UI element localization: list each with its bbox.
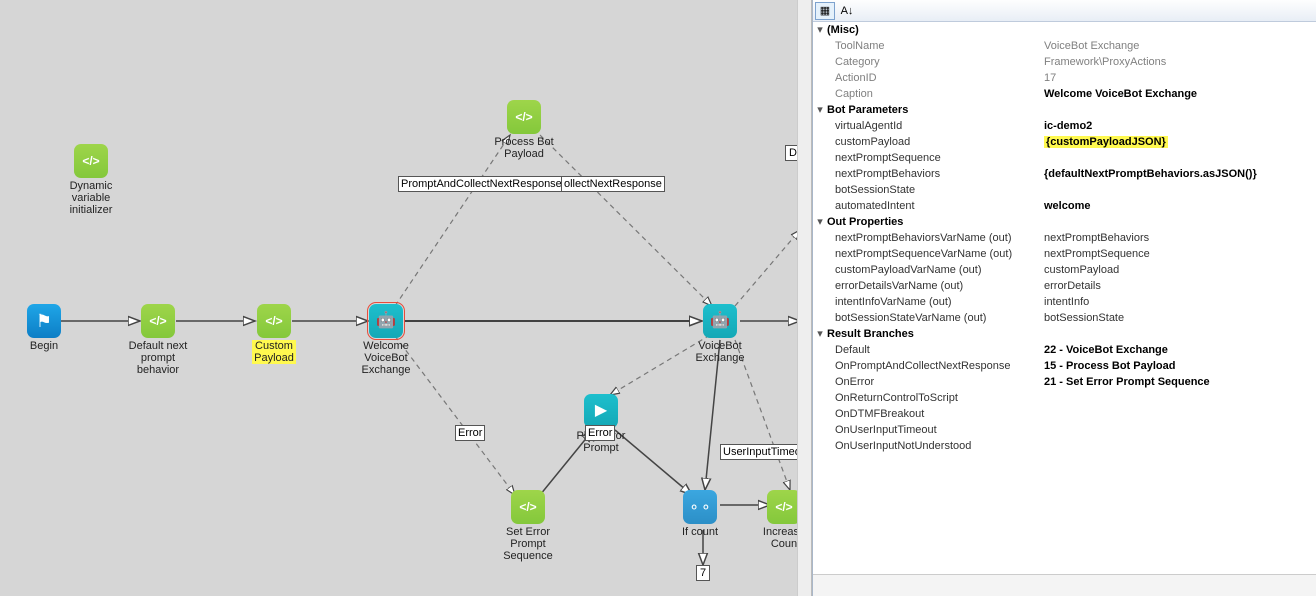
section-result-branches[interactable]: ▾ Result Branches xyxy=(813,326,1316,342)
node-custom-payload[interactable]: Custom Payload xyxy=(238,304,310,364)
prop-out-nextpromptsequence[interactable]: nextPromptSequenceVarName (out)nextPromp… xyxy=(813,246,1316,262)
prop-result-onreturncontrol[interactable]: OnReturnControlToScript xyxy=(813,390,1316,406)
prop-result-onuserinputtimeout[interactable]: OnUserInputTimeout xyxy=(813,422,1316,438)
workflow-canvas[interactable]: Begin Dynamic variable initializer Defau… xyxy=(0,0,812,596)
node-dynamic-variable-initializer[interactable]: Dynamic variable initializer xyxy=(55,144,127,216)
edge-label-prompt-collect: PromptAndCollectNextResponse xyxy=(398,176,565,192)
prop-result-onuserinputnotunderstood[interactable]: OnUserInputNotUnderstood xyxy=(813,438,1316,454)
node-label: Welcome VoiceBot Exchange xyxy=(350,340,422,376)
prop-out-nextpromptbehaviors[interactable]: nextPromptBehaviorsVarName (out)nextProm… xyxy=(813,230,1316,246)
node-welcome-voicebot-exchange[interactable]: Welcome VoiceBot Exchange xyxy=(350,304,422,376)
edge-label-error-2: Error xyxy=(585,425,615,441)
categorized-view-button[interactable]: ▦ xyxy=(815,2,835,20)
chevron-down-icon[interactable]: ▾ xyxy=(813,326,827,342)
prop-out-intentinfo[interactable]: intentInfoVarName (out)intentInfo xyxy=(813,294,1316,310)
prop-result-default[interactable]: Default22 - VoiceBot Exchange xyxy=(813,342,1316,358)
prop-custompayload[interactable]: customPayload{customPayloadJSON} xyxy=(813,134,1316,150)
prop-automatedintent[interactable]: automatedIntentwelcome xyxy=(813,198,1316,214)
bot-icon xyxy=(369,304,403,338)
node-label: Set Error Prompt Sequence xyxy=(492,526,564,562)
node-default-next-prompt-behavior[interactable]: Default next prompt behavior xyxy=(122,304,194,376)
edge-label-error-1: Error xyxy=(455,425,485,441)
chevron-down-icon[interactable]: ▾ xyxy=(813,22,827,38)
node-label: If count xyxy=(668,526,732,538)
node-process-bot-payload[interactable]: Process Bot Payload xyxy=(488,100,560,160)
code-icon xyxy=(141,304,175,338)
node-begin[interactable]: Begin xyxy=(8,304,80,352)
prop-nextpromptsequence[interactable]: nextPromptSequence xyxy=(813,150,1316,166)
node-label: Custom Payload xyxy=(238,340,310,364)
prop-category[interactable]: CategoryFramework\ProxyActions xyxy=(813,54,1316,70)
prop-actionid[interactable]: ActionID17 xyxy=(813,70,1316,86)
chevron-down-icon[interactable]: ▾ xyxy=(813,102,827,118)
code-icon xyxy=(511,490,545,524)
section-bot-parameters[interactable]: ▾ Bot Parameters xyxy=(813,102,1316,118)
alphabetical-view-button[interactable]: A↓ xyxy=(837,2,857,20)
branch-icon xyxy=(683,490,717,524)
canvas-vertical-scrollbar[interactable] xyxy=(797,0,811,596)
node-label: Begin xyxy=(8,340,80,352)
node-play-error-prompt[interactable]: Play Error Prompt xyxy=(565,394,637,454)
edge-label-collect-next: ollectNextResponse xyxy=(561,176,665,192)
property-grid[interactable]: ▾ (Misc) ToolNameVoiceBot Exchange Categ… xyxy=(813,22,1316,574)
prop-virtualagentid[interactable]: virtualAgentIdic-demo2 xyxy=(813,118,1316,134)
properties-footer xyxy=(813,574,1316,596)
prop-result-ondtmfbreakout[interactable]: OnDTMFBreakout xyxy=(813,406,1316,422)
code-icon xyxy=(507,100,541,134)
prop-botsessionstate[interactable]: botSessionState xyxy=(813,182,1316,198)
node-label: Dynamic variable initializer xyxy=(55,180,127,216)
prop-toolname[interactable]: ToolNameVoiceBot Exchange xyxy=(813,38,1316,54)
node-set-error-prompt-sequence[interactable]: Set Error Prompt Sequence xyxy=(492,490,564,562)
node-voicebot-exchange[interactable]: VoiceBot Exchange xyxy=(684,304,756,364)
node-if-count[interactable]: If count xyxy=(668,490,732,538)
code-icon xyxy=(74,144,108,178)
code-icon xyxy=(257,304,291,338)
flag-icon xyxy=(27,304,61,338)
prop-result-onpromptandcollect[interactable]: OnPromptAndCollectNextResponse15 - Proce… xyxy=(813,358,1316,374)
properties-toolbar: ▦ A↓ xyxy=(813,0,1316,22)
node-label: Default next prompt behavior xyxy=(122,340,194,376)
bot-icon xyxy=(703,304,737,338)
play-icon xyxy=(584,394,618,428)
section-misc[interactable]: ▾ (Misc) xyxy=(813,22,1316,38)
node-label: VoiceBot Exchange xyxy=(684,340,756,364)
chevron-down-icon[interactable]: ▾ xyxy=(813,214,827,230)
prop-out-custompayload[interactable]: customPayloadVarName (out)customPayload xyxy=(813,262,1316,278)
prop-out-errordetails[interactable]: errorDetailsVarName (out)errorDetails xyxy=(813,278,1316,294)
section-out-properties[interactable]: ▾ Out Properties xyxy=(813,214,1316,230)
node-label: Process Bot Payload xyxy=(488,136,560,160)
marker-7: 7 xyxy=(696,565,710,581)
properties-panel: ▦ A↓ ▾ (Misc) ToolNameVoiceBot Exchange … xyxy=(812,0,1316,596)
prop-out-botsessionstate[interactable]: botSessionStateVarName (out)botSessionSt… xyxy=(813,310,1316,326)
code-icon xyxy=(767,490,801,524)
edge-label-user-input-timeout: UserInputTimeo xyxy=(720,444,804,460)
prop-caption[interactable]: CaptionWelcome VoiceBot Exchange xyxy=(813,86,1316,102)
prop-result-onerror[interactable]: OnError21 - Set Error Prompt Sequence xyxy=(813,374,1316,390)
prop-nextpromptbehaviors[interactable]: nextPromptBehaviors{defaultNextPromptBeh… xyxy=(813,166,1316,182)
